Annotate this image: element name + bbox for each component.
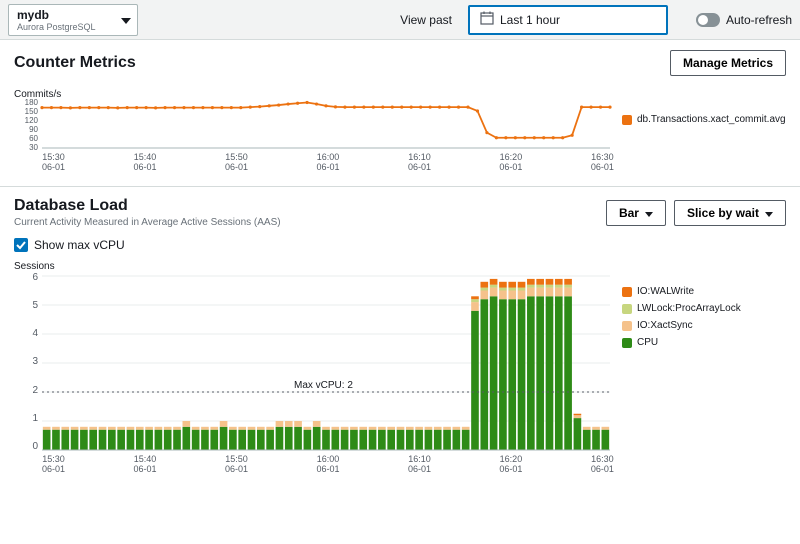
- y-tick: 30: [10, 143, 38, 152]
- slice-by-selector[interactable]: Slice by wait: [674, 200, 786, 226]
- y-axis-label: Sessions: [14, 261, 55, 272]
- auto-refresh-label: Auto-refresh: [726, 13, 792, 27]
- view-past-label: View past: [400, 13, 452, 27]
- db-name: mydb: [17, 8, 109, 22]
- panel-title: Counter Metrics: [14, 54, 136, 72]
- caret-down-icon: [765, 206, 773, 220]
- legend-swatch: [622, 287, 632, 297]
- database-selector[interactable]: mydb Aurora PostgreSQL: [8, 4, 138, 36]
- y-tick: 60: [10, 134, 38, 143]
- y-tick: 120: [10, 116, 38, 125]
- button-label: Bar: [619, 206, 639, 220]
- checkbox-label: Show max vCPU: [34, 238, 125, 252]
- top-bar: mydb Aurora PostgreSQL View past Last 1 …: [0, 0, 800, 40]
- legend-label: IO:WALWrite: [637, 286, 694, 297]
- legend-swatch: [622, 304, 632, 314]
- time-range-value: Last 1 hour: [500, 13, 560, 27]
- y-tick: 5: [14, 300, 38, 311]
- caret-down-icon: [645, 206, 653, 220]
- y-tick: 1: [14, 413, 38, 424]
- show-max-vcpu-checkbox[interactable]: Show max vCPU: [14, 238, 786, 252]
- y-tick: 2: [14, 385, 38, 396]
- legend-swatch: [622, 321, 632, 331]
- caret-down-icon: [121, 13, 131, 27]
- toggle-icon: [696, 13, 720, 27]
- y-tick: 150: [10, 107, 38, 116]
- chart-type-selector[interactable]: Bar: [606, 200, 666, 226]
- panel-title: Database Load: [14, 197, 281, 215]
- y-tick: 180: [10, 98, 38, 107]
- load-chart: 6 5 4 3 2 1 0 Max vCPU: 2: [14, 272, 614, 452]
- auto-refresh-toggle[interactable]: Auto-refresh: [696, 13, 792, 27]
- y-tick: 0: [14, 441, 38, 452]
- button-label: Slice by wait: [687, 206, 759, 220]
- y-tick: 4: [14, 328, 38, 339]
- legend-swatch: [622, 338, 632, 348]
- legend-label: db.Transactions.xact_commit.avg: [637, 114, 786, 125]
- time-range-selector[interactable]: Last 1 hour: [468, 5, 668, 35]
- panel-subtitle: Current Activity Measured in Average Act…: [14, 217, 281, 228]
- counter-chart: 180 150 120 90 60 30: [14, 100, 614, 150]
- y-tick: 6: [14, 272, 38, 283]
- calendar-icon: [480, 11, 494, 28]
- load-legend: IO:WALWrite LWLock:ProcArrayLock IO:Xact…: [622, 272, 741, 474]
- legend-label: CPU: [637, 337, 658, 348]
- y-tick: 3: [14, 356, 38, 367]
- max-vcpu-label: Max vCPU: 2: [294, 380, 353, 391]
- button-label: Manage Metrics: [683, 56, 773, 70]
- counter-legend: db.Transactions.xact_commit.avg: [622, 100, 786, 172]
- legend-label: LWLock:ProcArrayLock: [637, 303, 741, 314]
- database-load-panel: Database Load Current Activity Measured …: [0, 187, 800, 488]
- legend-swatch: [622, 115, 632, 125]
- y-tick: 90: [10, 125, 38, 134]
- manage-metrics-button[interactable]: Manage Metrics: [670, 50, 786, 76]
- db-engine: Aurora PostgreSQL: [17, 22, 109, 32]
- counter-metrics-panel: Counter Metrics Manage Metrics Commits/s…: [0, 40, 800, 187]
- checkbox-icon: [14, 238, 28, 252]
- legend-label: IO:XactSync: [637, 320, 693, 331]
